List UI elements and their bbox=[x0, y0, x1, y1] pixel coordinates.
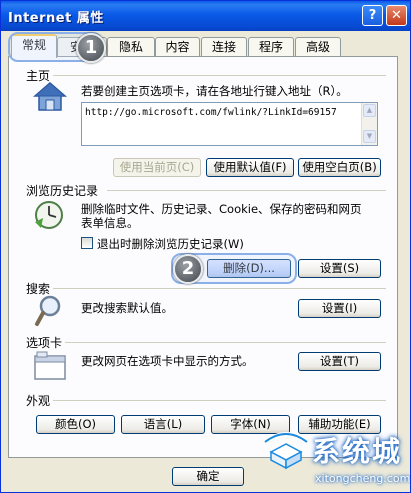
tabs-description: 更改网页在选项卡中显示的方式。 bbox=[81, 354, 254, 368]
history-description-line2: 表单信息。 bbox=[81, 216, 139, 230]
homepage-divider bbox=[53, 75, 386, 76]
delete-on-exit-label: 退出时删除浏览历史记录(W) bbox=[97, 237, 244, 251]
delete-on-exit-checkbox[interactable] bbox=[81, 237, 93, 249]
languages-button[interactable]: 语言(L) bbox=[121, 415, 205, 434]
homepage-url-input[interactable]: http://go.microsoft.com/fwlink/?LinkId=6… bbox=[81, 102, 378, 146]
home-icon bbox=[33, 82, 67, 111]
homepage-url-text: http://go.microsoft.com/fwlink/?LinkId=6… bbox=[85, 107, 337, 118]
tabs-section-title: 选项卡 bbox=[26, 336, 63, 350]
history-settings-button[interactable]: 设置(S) bbox=[298, 259, 381, 278]
step-badge-1: 1 bbox=[76, 33, 106, 63]
watermark-logo-icon bbox=[263, 432, 309, 470]
history-divider bbox=[107, 190, 386, 191]
tabs-window-icon bbox=[34, 351, 66, 380]
appearance-section-title: 外观 bbox=[26, 394, 51, 408]
use-current-button[interactable]: 使用当前页(C) bbox=[113, 158, 201, 177]
history-description-line1: 删除临时文件、历史记录、Cookie、保存的密码和网页 bbox=[81, 202, 362, 216]
step-badge-2: 2 bbox=[173, 254, 203, 284]
search-settings-button[interactable]: 设置(I) bbox=[298, 299, 381, 318]
homepage-description: 若要创建主页选项卡，请在各地址行键入地址（R）。 bbox=[81, 84, 348, 98]
use-blank-button[interactable]: 使用空白页(B) bbox=[298, 158, 381, 177]
internet-options-dialog: Internet 属性 ? ✕ 常规 安全 隐私 内容 连接 程序 高级 主页 … bbox=[0, 0, 411, 493]
url-scrollbar[interactable]: ▲ ▼ bbox=[361, 103, 377, 145]
colors-button[interactable]: 颜色(O) bbox=[36, 415, 115, 434]
search-description: 更改搜索默认值。 bbox=[81, 301, 173, 315]
history-section-title: 浏览历史记录 bbox=[26, 184, 99, 198]
use-default-button[interactable]: 使用默认值(F) bbox=[206, 158, 294, 177]
watermark-url: xitongcheng.com bbox=[315, 472, 411, 485]
tabs-settings-button[interactable]: 设置(T) bbox=[298, 352, 381, 371]
history-clock-icon bbox=[35, 201, 63, 229]
watermark-logo-text: 系统城 bbox=[312, 435, 403, 468]
watermark: 系统城 xitongcheng.com bbox=[259, 428, 411, 492]
search-icon bbox=[35, 295, 61, 326]
ok-button[interactable]: 确定 bbox=[172, 467, 244, 486]
tabs-divider bbox=[65, 342, 386, 343]
scroll-down-icon[interactable]: ▼ bbox=[363, 130, 376, 143]
search-divider bbox=[53, 288, 386, 289]
scroll-up-icon[interactable]: ▲ bbox=[363, 104, 376, 117]
appearance-divider bbox=[53, 400, 386, 401]
